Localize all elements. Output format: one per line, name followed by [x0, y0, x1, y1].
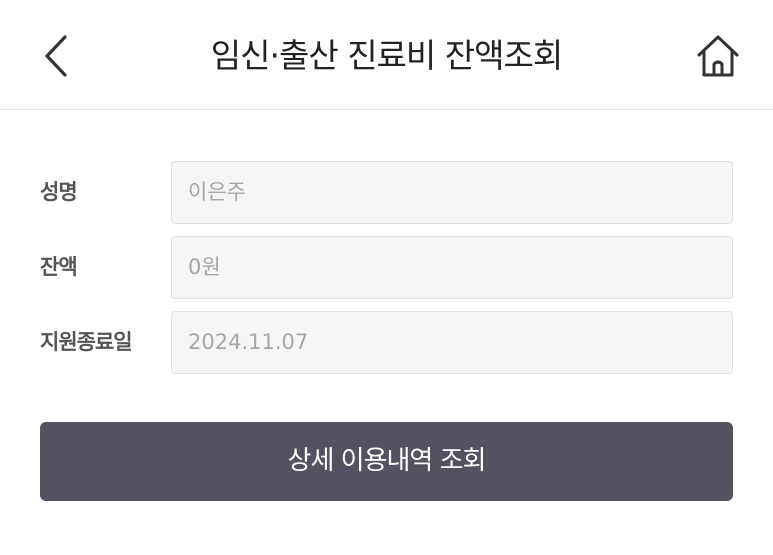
chevron-left-icon — [45, 35, 67, 77]
home-icon — [697, 35, 739, 77]
balance-label: 잔액 — [40, 255, 78, 279]
end-date-row: 지원종료일 2024.11.07 — [40, 311, 733, 374]
balance-row: 잔액 0원 — [40, 236, 733, 299]
detail-history-button[interactable]: 상세 이용내역 조회 — [40, 422, 733, 501]
end-date-field: 2024.11.07 — [171, 311, 733, 374]
name-field: 이은주 — [171, 161, 733, 224]
back-button[interactable] — [28, 26, 84, 86]
name-label: 성명 — [40, 180, 78, 204]
home-button[interactable] — [686, 26, 750, 86]
page-title: 임신·출산 진료비 잔액조회 — [210, 36, 563, 75]
name-row: 성명 이은주 — [40, 161, 733, 224]
balance-field: 0원 — [171, 236, 733, 299]
app-header: 임신·출산 진료비 잔액조회 — [0, 0, 773, 110]
end-date-label: 지원종료일 — [40, 330, 133, 354]
